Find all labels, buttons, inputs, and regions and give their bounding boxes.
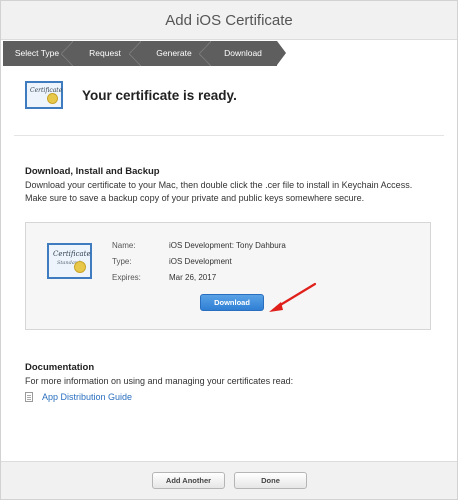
cert-name-row: Name: iOS Development: Tony Dahbura xyxy=(112,241,286,250)
certificate-icon-text: Certificate xyxy=(53,250,91,258)
documentation-text: For more information on using and managi… xyxy=(25,376,294,386)
step-select-type: Select Type xyxy=(3,41,73,66)
step-download: Download xyxy=(209,41,277,66)
cert-name-value: iOS Development: Tony Dahbura xyxy=(169,241,286,250)
download-section-title: Download, Install and Backup xyxy=(25,166,160,177)
certificate-icon: Certificate xyxy=(25,81,63,109)
step-label: Generate xyxy=(156,48,192,58)
seal-icon xyxy=(47,93,58,104)
ready-banner: Certificate Your certificate is ready. xyxy=(25,81,237,109)
red-arrow-annotation xyxy=(269,282,317,312)
cert-expires-row: Expires: Mar 26, 2017 xyxy=(112,273,216,282)
divider xyxy=(14,135,444,136)
app-distribution-guide-link[interactable]: App Distribution Guide xyxy=(25,392,132,402)
documentation-title: Documentation xyxy=(25,362,95,373)
ready-title: Your certificate is ready. xyxy=(82,87,237,103)
download-button[interactable]: Download xyxy=(200,294,264,311)
certificate-icon-text: Certificate xyxy=(30,87,63,94)
step-label: Request xyxy=(89,48,121,58)
step-request: Request xyxy=(71,41,141,66)
cert-name-label: Name: xyxy=(112,241,136,250)
window-title: Add iOS Certificate xyxy=(1,1,457,40)
add-another-button[interactable]: Add Another xyxy=(152,472,225,489)
certificate-icon: Certificate Standard xyxy=(47,243,92,279)
cert-expires-value: Mar 26, 2017 xyxy=(169,273,217,282)
step-generate: Generate xyxy=(139,41,211,66)
footer-bar: Add Another Done xyxy=(1,461,457,499)
document-icon xyxy=(25,392,33,402)
cert-expires-label: Expires: xyxy=(112,273,141,282)
download-section-text: Download your certificate to your Mac, t… xyxy=(25,180,413,203)
cert-type-label: Type: xyxy=(112,257,132,266)
step-label: Download xyxy=(224,48,262,58)
step-label: Select Type xyxy=(14,48,60,58)
dialog-window: Add iOS Certificate Select Type Request … xyxy=(0,0,458,500)
link-label: App Distribution Guide xyxy=(42,392,133,402)
steps-arrow-tip xyxy=(277,41,286,65)
seal-icon xyxy=(74,261,86,273)
certificate-panel: Certificate Standard Name: iOS Developme… xyxy=(25,222,431,330)
done-button[interactable]: Done xyxy=(234,472,307,489)
cert-type-value: iOS Development xyxy=(169,257,232,266)
progress-steps: Select Type Request Generate Download xyxy=(3,41,277,66)
cert-type-row: Type: iOS Development xyxy=(112,257,232,266)
